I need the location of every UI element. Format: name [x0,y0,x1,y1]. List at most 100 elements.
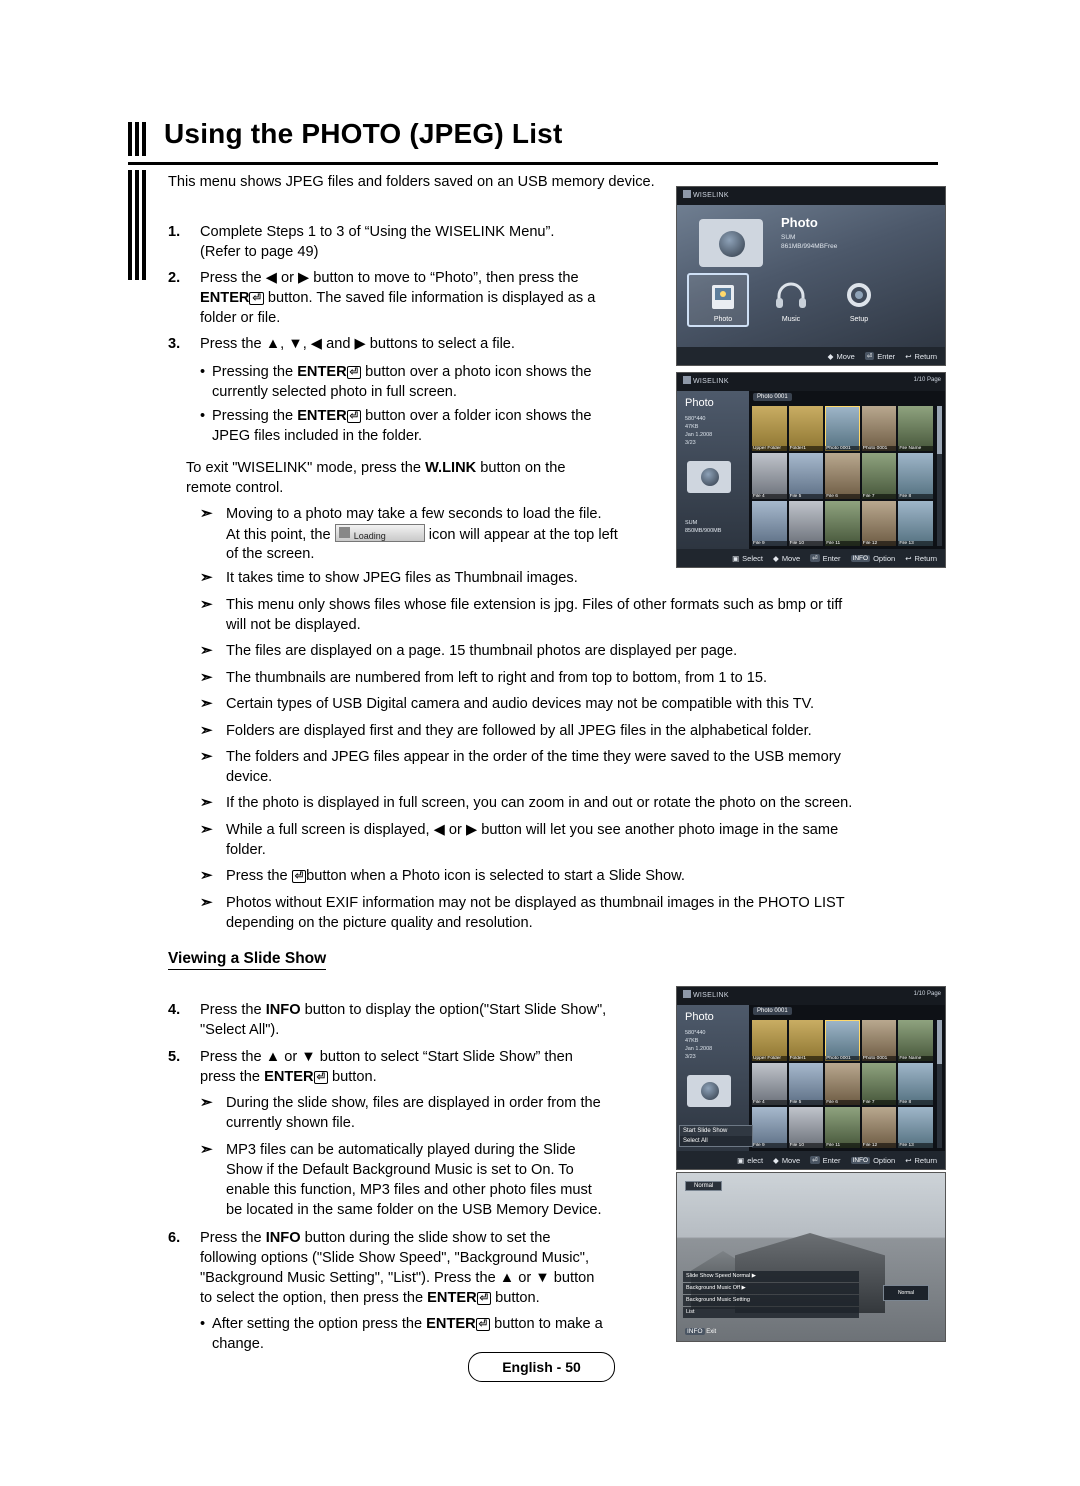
option-background-music[interactable]: Background Music Off ▶ [683,1283,859,1294]
menu-item-music-label: Music [781,316,801,323]
grid-item-file-13[interactable]: File 13 [898,500,933,546]
menu-item-photo[interactable]: Photo [695,279,751,323]
screen-top-bar: WISELINK 1/10 Page [677,373,945,391]
grid-item-file-12[interactable]: File 12 [861,500,897,546]
option-background-music-setting[interactable]: Background Music Setting [683,1295,859,1306]
grid-item-file-4[interactable]: File 4 [752,453,787,499]
grid-item-folder1[interactable]: Folder1 [788,406,824,452]
speed-popup: Normal [883,1285,929,1301]
grid-item-label: Photo 0001 [861,1056,897,1062]
grid-item-photo-0001[interactable]: Photo 0001 [825,1020,860,1062]
grid-item-label: Upper Folder [752,1056,787,1062]
grid-item-label: File 13 [898,540,933,546]
gear-icon [841,279,877,313]
side-stripe-decoration [128,170,148,280]
step-2-number: 2. [168,270,181,286]
bottom-hint-select-label: elect [747,1155,764,1165]
grid-item-file-10[interactable]: File 10 [788,1106,824,1148]
grid-item-file-13[interactable]: File 13 [898,1106,933,1148]
screen-storage-info: SUM 861MB/994MBFree [781,233,837,251]
arrow-icon: ➣ [200,596,213,613]
grid-item-file-12[interactable]: File 12 [861,1106,897,1148]
grid-item-upper-folder[interactable]: Upper Folder [752,406,787,452]
sub-bullet-1-line-1: Pressing the ENTER ⏎ button over a photo … [212,364,592,380]
bottom-hint-select: ▣ elect [737,1155,764,1165]
grid-item-file-name[interactable]: File Name [898,1020,933,1062]
menu-item-start-slide-show[interactable]: Start Slide Show [680,1126,752,1136]
camera-icon [687,461,731,493]
enter-icon: ⏎ [346,366,362,379]
meta-resolution: 580*440 [685,416,706,422]
grid-item-file-6[interactable]: File 6 [825,1063,860,1105]
grid-item-file-9[interactable]: File 9 [752,500,787,546]
note-8-line-1: The folders and JPEG files appear in the… [226,749,841,765]
menu-item-select-all[interactable]: Select All [680,1136,752,1146]
meta-size: 47KB [685,1038,699,1044]
grid-item-file-name[interactable]: File Name [898,406,933,452]
option-list[interactable]: List [683,1307,859,1318]
step-2-line-1: Press the ◀ or ▶ button to move to “Phot… [200,270,579,286]
file-metadata: 580*440 47KB Jan 1.2008 3/23 [685,1029,712,1061]
scrollbar[interactable] [937,406,942,546]
scrollbar-thumb[interactable] [937,406,942,454]
step-1-line-2: (Refer to page 49) [200,244,319,260]
thumbnail-grid: Upper Folder Folder1 Photo 0001 Photo 00… [752,1020,933,1148]
grid-item-file-8[interactable]: File 8 [898,453,933,499]
grid-item-file-6[interactable]: File 6 [825,453,860,499]
grid-item-photo-0001[interactable]: Photo 0001 [825,406,860,452]
menu-item-setup[interactable]: Setup [831,279,887,323]
wiselink-logo: WISELINK [683,190,729,199]
grid-item-file-11[interactable]: File 11 [825,1106,860,1148]
final-bullet-line-1: After setting the option press the ENTER… [212,1316,603,1332]
grid-item-file-7[interactable]: File 7 [861,453,897,499]
option-slide-show-speed[interactable]: Slide Show Speed Normal ▶ [683,1271,859,1282]
grid-item-file-4[interactable]: File 4 [752,1063,787,1105]
scrollbar-thumb[interactable] [937,1020,942,1064]
screenshot-slide-show-settings: Normal Normal Slide Show Speed Normal ▶ … [676,1172,946,1342]
grid-item-upper-folder[interactable]: Upper Folder [752,1020,787,1062]
grid-item-file-5[interactable]: File 5 [788,1063,824,1105]
grid-item-file-11[interactable]: File 11 [825,500,860,546]
enter-key-icon: ⏎ [864,352,875,360]
grid-item-label: File 11 [825,1142,860,1148]
bottom-hint-return: ↩ Return [905,1155,937,1165]
grid-item-label: File 12 [861,1142,897,1148]
grid-item-label: File 6 [825,493,860,499]
note-12-line-2: depending on the picture quality and res… [226,915,533,931]
enter-key-icon: ⏎ [810,1156,820,1164]
arrow-icon: ➣ [200,669,213,686]
grid-item-label: File 11 [825,540,860,546]
note-4: The files are displayed on a page. 15 th… [226,643,738,659]
grid-item-label: File Name [898,1056,933,1062]
bottom-hint-enter: ⏎ Enter [810,554,841,563]
arrow-icon: ➣ [200,642,213,659]
grid-item-file-8[interactable]: File 8 [898,1063,933,1105]
menu-item-photo-label: Photo [713,316,733,323]
grid-item-file-9[interactable]: File 9 [752,1106,787,1148]
enter-icon: ⏎ [346,410,362,423]
grid-item-label: File 4 [752,493,787,499]
grid-item-folder1[interactable]: Folder1 [788,1020,824,1062]
step-4-line-1: Press the INFO button to display the opt… [200,1002,607,1018]
enter-icon: ⏎ [249,292,264,305]
note-5: The thumbnails are numbered from left to… [226,670,768,686]
menu-item-music[interactable]: Music [763,279,819,323]
screenshot-slide-show-option-menu: WISELINK 1/10 Page Photo 580*440 47KB Ja… [676,986,946,1170]
wiselink-logo-text: WISELINK [693,192,729,199]
arrow-icon: ➣ [200,722,213,739]
note2-2-line-2: Show if the Default Background Music is … [226,1162,574,1178]
step-4-line-2: "Select All"). [200,1022,280,1038]
scrollbar[interactable] [937,1020,942,1148]
grid-item-photo-0001-b[interactable]: Photo 0001 [861,1020,897,1062]
preview-panel: Photo 580*440 47KB Jan 1.2008 3/23 SUM 8… [677,391,749,549]
breadcrumb: Photo 0001 [753,393,792,401]
note-6: Certain types of USB Digital camera and … [226,696,815,712]
grid-item-file-10[interactable]: File 10 [788,500,824,546]
grid-item-photo-0001-b[interactable]: Photo 0001 [861,406,897,452]
note2-2-line-3: enable this function, MP3 files and othe… [226,1182,592,1198]
panel-title: Photo [685,397,714,409]
grid-item-label: File 9 [752,540,787,546]
grid-item-file-5[interactable]: File 5 [788,453,824,499]
grid-item-file-7[interactable]: File 7 [861,1063,897,1105]
enter-icon: ⏎ [291,870,307,883]
